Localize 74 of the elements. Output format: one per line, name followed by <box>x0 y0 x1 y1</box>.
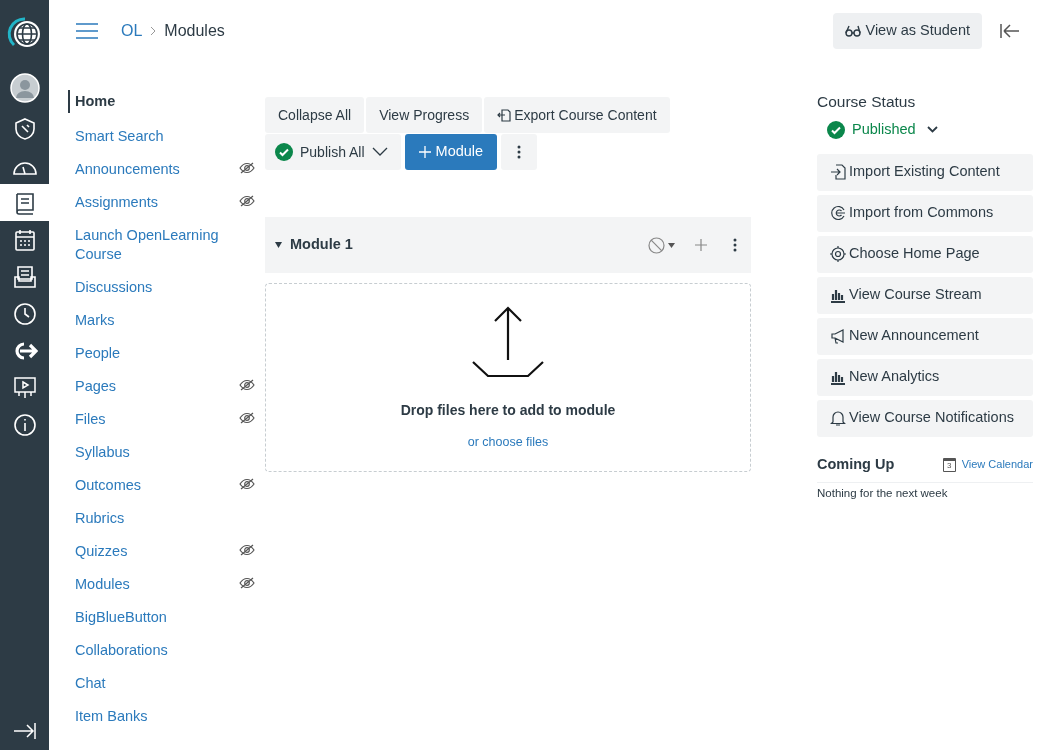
export-button[interactable]: Export Course Content <box>484 97 670 133</box>
chevron-icon <box>150 26 157 36</box>
course-nav-link[interactable]: Modules <box>70 575 220 594</box>
course-nav-link[interactable]: Pages <box>70 377 220 396</box>
info-icon[interactable] <box>12 412 37 437</box>
book-icon[interactable] <box>13 190 36 215</box>
shield-icon[interactable] <box>12 116 37 141</box>
course-nav-link[interactable]: People <box>70 344 220 363</box>
chevron-down-icon <box>371 147 388 157</box>
sidebar-action-button[interactable]: Import Existing Content <box>817 153 1033 191</box>
coming-up-heading: Coming Up <box>817 454 895 474</box>
course-nav-link[interactable]: Rubrics <box>70 509 220 528</box>
more-options-icon[interactable] <box>733 238 737 252</box>
sidebar-action-button[interactable]: New Analytics <box>817 358 1033 396</box>
sidebar-action-button[interactable]: Import from Commons <box>817 194 1033 232</box>
bar-chart-icon <box>830 287 846 304</box>
course-nav-link[interactable]: Collaborations <box>70 641 220 660</box>
course-nav-link[interactable]: Home <box>68 90 218 113</box>
course-nav-link[interactable]: Outcomes <box>70 476 220 495</box>
megaphone-icon <box>830 328 846 345</box>
file-drop-zone[interactable]: Drop files here to add to module or choose files <box>265 283 751 472</box>
breadcrumb-link[interactable]: OL <box>121 19 143 43</box>
sidebar-action-button[interactable]: New Announcement <box>817 317 1033 355</box>
publish-all-button[interactable]: Publish All <box>265 134 401 170</box>
plus-icon <box>418 146 431 158</box>
more-options-icon <box>517 145 522 159</box>
presentation-board-icon[interactable] <box>12 375 37 400</box>
chevron-down-icon <box>926 126 938 134</box>
course-status-dropdown[interactable]: Published <box>827 119 938 141</box>
choose-files-link[interactable]: or choose files <box>467 433 549 452</box>
course-nav-link[interactable]: Assignments <box>70 193 220 212</box>
sidebar-action-button[interactable]: View Course Notifications <box>817 399 1033 437</box>
upload-icon <box>471 306 545 378</box>
target-icon <box>830 246 846 263</box>
sidebar-action-button[interactable]: View Course Stream <box>817 276 1033 314</box>
view-as-student-button[interactable]: View as Student <box>833 13 982 49</box>
avatar-icon[interactable] <box>9 73 40 103</box>
course-nav-link[interactable]: Files <box>70 410 220 429</box>
empty-message: Nothing for the next week <box>817 485 949 501</box>
bell-icon <box>830 410 846 427</box>
glasses-icon <box>845 25 862 37</box>
toolbar-button[interactable]: Collapse All <box>265 97 365 133</box>
course-nav-link[interactable]: BigBlueButton <box>70 608 220 627</box>
drop-zone-message: Drop files here to add to module <box>400 401 616 420</box>
course-status-heading: Course Status <box>817 92 917 112</box>
bar-chart-icon <box>830 369 846 386</box>
published-check-icon <box>827 120 845 139</box>
calendar-icon[interactable] <box>13 227 36 252</box>
view-calendar-link[interactable]: View Calendar <box>961 456 1033 473</box>
import-icon <box>830 164 846 181</box>
module-title: Module 1 <box>290 235 353 255</box>
menu-icon[interactable] <box>75 23 99 39</box>
course-nav-link[interactable]: Syllabus <box>70 443 220 462</box>
commons-icon <box>830 205 846 222</box>
clock-icon[interactable] <box>12 301 37 326</box>
caret-down-icon[interactable] <box>275 242 282 248</box>
collapse-icon[interactable] <box>1000 23 1020 39</box>
toolbar-button[interactable]: View Progress <box>366 97 483 133</box>
course-nav-link[interactable]: Quizzes <box>70 542 220 561</box>
course-nav-link[interactable]: Launch OpenLearning Course <box>70 226 220 264</box>
course-nav-link[interactable]: Item Banks <box>70 707 220 726</box>
course-nav-link[interactable]: Chat <box>70 674 220 693</box>
export-icon <box>497 108 512 122</box>
nav-item-highlight[interactable] <box>0 184 49 221</box>
course-nav-link[interactable]: Announcements <box>70 160 220 179</box>
breadcrumb-link[interactable]: Modules <box>164 19 225 43</box>
add-module-button[interactable]: Module <box>404 134 498 170</box>
course-nav-link[interactable]: Marks <box>70 311 220 330</box>
inbox-tray-icon[interactable] <box>12 264 37 289</box>
unpublished-icon[interactable] <box>648 236 675 254</box>
course-nav-link[interactable]: Discussions <box>70 278 220 297</box>
course-nav-link[interactable]: Smart Search <box>70 127 220 146</box>
sidebar-action-button[interactable]: Choose Home Page <box>817 235 1033 273</box>
calendar-icon: 3 <box>942 457 956 472</box>
